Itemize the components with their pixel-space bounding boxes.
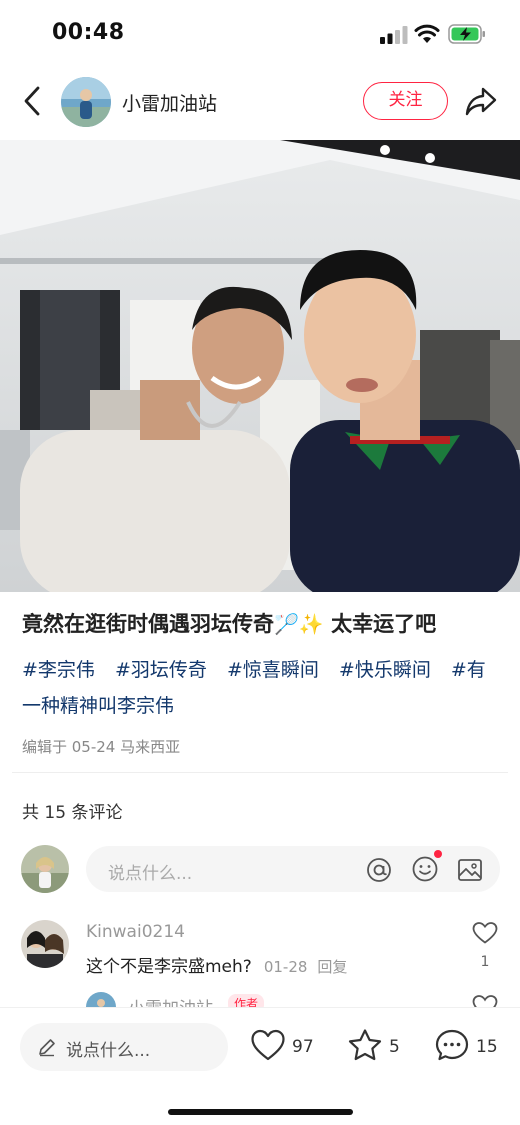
post-title-emoji: 🏸✨	[274, 612, 324, 636]
heart-icon[interactable]	[250, 1028, 286, 1062]
reply-username[interactable]: 小雷加油站	[128, 994, 213, 1008]
share-icon[interactable]	[464, 85, 498, 117]
comment-username[interactable]: Kinwai0214	[86, 922, 185, 942]
hashtag[interactable]: #李宗伟	[22, 659, 95, 681]
home-indicator[interactable]	[168, 1109, 353, 1115]
at-icon[interactable]	[366, 857, 392, 883]
comment-input-placeholder: 说点什么...	[108, 864, 193, 884]
bottom-action-bar: 说点什么... 97 5 15	[0, 1007, 520, 1125]
post-title: 竟然在逛街时偶遇羽坛传奇🏸✨ 太幸运了吧	[22, 608, 502, 638]
star-icon[interactable]	[347, 1028, 383, 1062]
reply-preview: 小雷加油站 作者	[0, 990, 520, 1008]
battery-charging-icon	[448, 24, 485, 44]
like-count: 97	[292, 1037, 314, 1057]
author-badge: 作者	[228, 994, 265, 1008]
heart-icon[interactable]	[472, 994, 498, 1008]
follow-button[interactable]: 关注	[363, 82, 448, 120]
comment-body: 这个不是李宗盛meh? 01-28 回复	[86, 952, 347, 977]
reply-avatar[interactable]	[86, 992, 116, 1008]
comment-date: 01-28	[263, 958, 308, 976]
user-avatar	[21, 845, 69, 893]
status-time: 00:48	[52, 20, 125, 45]
hashtag[interactable]: #羽坛传奇	[115, 659, 207, 681]
comment-input[interactable]: 说点什么...	[86, 846, 500, 892]
post-title-text: 竟然在逛街时偶遇羽坛传奇	[22, 612, 274, 636]
author-name[interactable]: 小雷加油站	[122, 89, 217, 116]
bottom-input-placeholder: 说点什么...	[66, 1041, 151, 1061]
hashtag[interactable]: #快乐瞬间	[339, 659, 431, 681]
comment-text: 这个不是李宗盛meh?	[86, 957, 252, 977]
post-photo[interactable]	[0, 140, 520, 592]
comment-like-count: 1	[480, 954, 490, 970]
wifi-icon	[414, 24, 440, 43]
comment-count-bottom: 15	[476, 1037, 498, 1057]
star-count: 5	[389, 1037, 400, 1057]
emoji-icon[interactable]	[411, 855, 439, 883]
heart-icon[interactable]	[472, 921, 498, 945]
comment-count: 共 15 条评论	[22, 803, 123, 823]
like-action[interactable]: 97	[250, 1028, 320, 1068]
bottom-comment-input[interactable]: 说点什么...	[20, 1023, 228, 1071]
notification-dot	[434, 850, 442, 858]
comment-avatar[interactable]	[21, 920, 69, 968]
comment-action[interactable]: 15	[434, 1028, 504, 1068]
hashtag-list: #李宗伟 #羽坛传奇 #惊喜瞬间 #快乐瞬间 #有一种精神叫李宗伟	[22, 652, 500, 724]
reply-button[interactable]: 回复	[317, 958, 347, 976]
post-meta: 编辑于 05-24 马来西亚	[22, 738, 181, 756]
comment-bubble-icon[interactable]	[434, 1028, 470, 1062]
author-avatar[interactable]	[61, 77, 111, 127]
divider	[12, 772, 508, 773]
post-header: 小雷加油站 关注	[0, 68, 520, 138]
signal-icon	[380, 26, 408, 44]
post-title-tail: 太幸运了吧	[331, 612, 437, 636]
pencil-icon	[39, 1039, 55, 1057]
image-icon[interactable]	[457, 857, 483, 883]
hashtag[interactable]: #惊喜瞬间	[227, 659, 319, 681]
collect-action[interactable]: 5	[347, 1028, 407, 1068]
status-bar: 00:48	[0, 0, 520, 68]
back-icon[interactable]	[18, 83, 48, 119]
